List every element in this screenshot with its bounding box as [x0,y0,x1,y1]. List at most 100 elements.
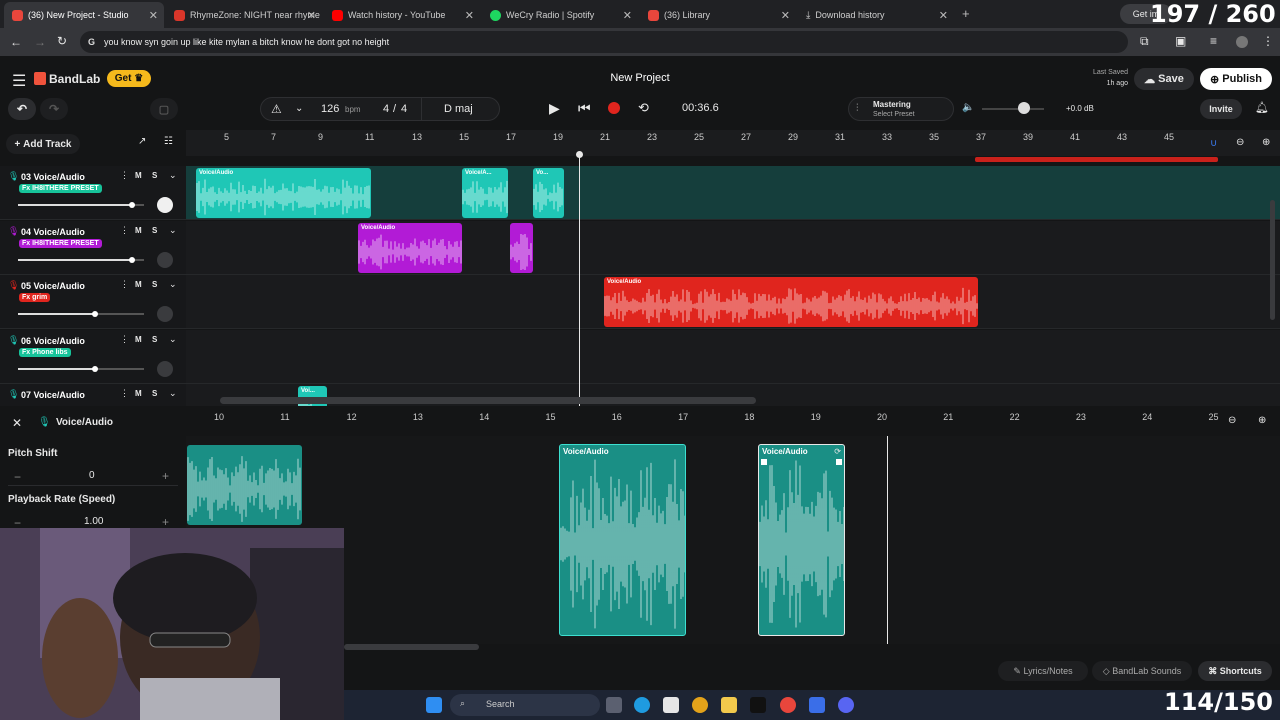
track-name[interactable]: 05 Voice/Audio [21,281,85,291]
editor-clip-selected[interactable]: Voice/Audio ⟳ [758,444,845,636]
play-icon[interactable]: ▶ [549,100,560,117]
close-icon[interactable]: ✕ [465,9,474,22]
track-name[interactable]: 04 Voice/Audio [21,227,85,237]
track-name[interactable]: 06 Voice/Audio [21,336,85,346]
loop-icon[interactable]: ⟲ [638,100,649,116]
track-header[interactable]: 🎙︎ 04 Voice/Audio ⋮ M S ⌄ Fx IH8ITHERE PRESET [0,220,186,275]
editor-clip[interactable] [187,445,302,525]
track-header[interactable]: 🎙︎ 06 Voice/Audio ⋮ M S ⌄ Fx Phone libs [0,329,186,384]
cast-icon[interactable]: ⧉ [1140,34,1149,49]
fx-badge[interactable]: Fx IH8ITHERE PRESET [19,238,102,248]
track-lane[interactable]: Voice/Audio Voice/A... Vo... [186,166,1280,220]
solo-button[interactable]: S [152,335,157,344]
more-icon[interactable]: ⋮ [120,225,129,236]
browser-tab-3[interactable]: Watch history - YouTube ✕ [324,2,480,28]
mastering-selector[interactable]: ⫶ Mastering Select Preset [848,97,954,121]
chevron-down-icon[interactable]: ⌄ [169,334,177,345]
editor-ruler[interactable]: 10 11 12 13 14 15 16 17 18 19 20 21 22 23 24 25 [186,410,1226,426]
audio-clip[interactable]: Voice/A... [462,168,508,218]
track-header[interactable]: 🎙︎ 03 Voice/Audio ⋮ M S ⌄ Fx IH8ITHERE PRESET [0,166,186,220]
more-icon[interactable]: ⋮ [120,388,129,399]
zoom-out-icon[interactable]: ⊖ [1236,137,1244,148]
key-value[interactable]: D maj [444,103,473,115]
pitch-shift-stepper[interactable]: − 0 + [8,468,178,486]
track-lane[interactable]: Voice/Audio [186,275,1280,329]
clip-partial-top[interactable] [975,157,1218,162]
windows-start-icon[interactable] [426,697,442,713]
track-name[interactable]: 03 Voice/Audio [21,172,85,182]
audio-clip[interactable]: Voice/Audio [358,222,462,273]
fx-badge[interactable]: Fx grim [19,293,51,302]
chevron-down-icon[interactable]: ⌄ [169,170,177,181]
minus-icon[interactable]: − [14,470,21,484]
audio-clip[interactable]: Voice/Audio [604,277,978,327]
solo-button[interactable]: S [152,226,157,235]
task-view-icon[interactable] [606,697,622,713]
editor-canvas[interactable] [186,436,1280,644]
plus-icon[interactable]: + [162,515,169,529]
playhead[interactable] [579,154,580,406]
vertical-scrollbar[interactable] [1270,200,1275,320]
menu-icon[interactable]: ⋮ [1262,34,1274,48]
track-volume-handle[interactable] [91,311,98,317]
edge-icon[interactable] [634,697,650,713]
track-header[interactable]: 🎙︎ 05 Voice/Audio ⋮ M S ⌄ Fx grim [0,275,186,329]
track-name[interactable]: 07 Voice/Audio [21,390,85,400]
app-icon[interactable] [809,697,825,713]
store-icon[interactable] [663,697,679,713]
browser-tab-5[interactable]: (36) Library ✕ [640,2,796,28]
close-icon[interactable]: ✕ [623,9,632,22]
shortcuts-button[interactable]: ⌘ Shortcuts [1198,661,1272,681]
taskbar-search[interactable]: ⌕ Search [450,694,600,716]
chevron-down-icon[interactable]: ⌄ [169,225,177,236]
close-icon[interactable]: ✕ [307,9,316,22]
playhead-handle[interactable] [576,151,583,158]
track-volume-handle[interactable] [129,256,136,263]
track-header[interactable]: 🎙︎ 07 Voice/Audio ⋮ M S ⌄ [0,384,186,406]
track-lane[interactable]: Voice/Audio [186,220,1280,275]
browser-tab-2[interactable]: RhymeZone: NIGHT near rhyme ✕ [166,2,322,28]
horizontal-scrollbar[interactable] [220,397,756,404]
lyrics-notes-button[interactable]: ✎ Lyrics/Notes [998,661,1088,681]
chevron-down-icon[interactable]: ⌄ [295,103,303,114]
back-icon[interactable]: ← [10,35,22,49]
pan-knob[interactable] [157,251,173,268]
browser-tab-1[interactable]: (36) New Project - Studio ✕ [4,2,164,28]
get-membership-button[interactable]: Get ♛ [107,70,151,87]
solo-button[interactable]: S [152,280,157,289]
rewind-icon[interactable]: ⏮ [578,100,591,117]
pan-knob[interactable] [157,306,173,322]
address-bar[interactable]: G you know syn goin up like kite mylan a… [80,31,1128,53]
hamburger-menu-icon[interactable]: ☰ [12,71,26,91]
more-icon[interactable]: ⋮ [120,279,129,290]
browser-tab-4[interactable]: WeCry Radio | Spotify ✕ [482,2,638,28]
zoom-in-icon[interactable]: ⊕ [1262,137,1270,148]
close-icon[interactable]: ✕ [149,9,158,22]
editor-playhead[interactable] [887,436,888,644]
editor-clip[interactable]: Voice/Audio [559,444,686,636]
track-volume-handle[interactable] [91,365,98,372]
mute-button[interactable]: M [135,171,142,180]
save-button[interactable]: ☁ Save [1134,68,1194,90]
bandlab-sounds-button[interactable]: ◇ BandLab Sounds [1092,661,1192,681]
more-icon[interactable]: ⋮ [120,334,129,345]
browser-tab-6[interactable]: ⤓ Download history ✕ [798,2,954,28]
bell-icon[interactable]: 🔔︎ [1255,101,1269,114]
publish-button[interactable]: ⊕ Publish [1200,68,1272,90]
record-button[interactable] [608,102,620,114]
solo-button[interactable]: S [152,171,157,180]
forward-icon[interactable]: → [34,35,46,49]
reload-icon[interactable]: ↻ [57,34,67,48]
audio-clip[interactable]: Vo... [533,168,564,218]
solo-button[interactable]: S [152,389,157,398]
audio-clip[interactable] [510,222,533,273]
undo-button[interactable]: ↶ [8,98,36,120]
magnet-icon[interactable]: ∪ [1210,138,1217,149]
close-icon[interactable]: ✕ [781,9,790,22]
project-title[interactable]: New Project [560,72,720,84]
fx-badge[interactable]: Fx IH8ITHERE PRESET [19,184,102,193]
close-editor-icon[interactable]: ✕ [12,416,22,430]
metronome-icon[interactable]: ⚠ [271,102,282,116]
plus-icon[interactable]: + [162,469,169,483]
playback-rate-value[interactable]: 1.00 [84,516,103,527]
